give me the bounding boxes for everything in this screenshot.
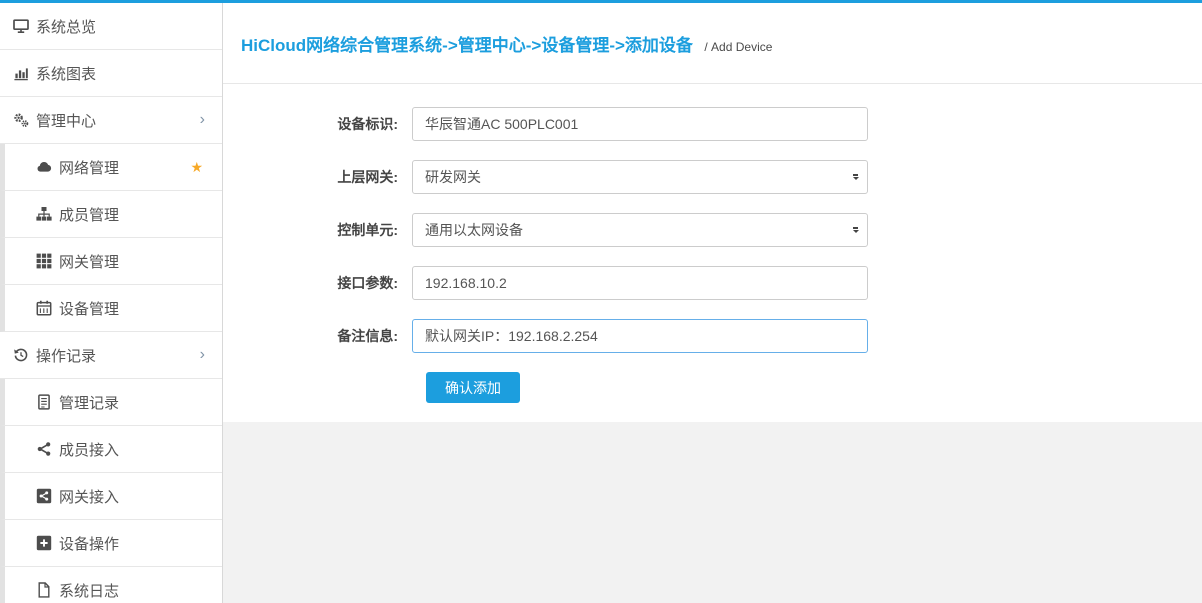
sidebar-item-label: 设备操作 [59,533,119,554]
field-label-remark-info: 备注信息: [223,326,412,346]
breadcrumb-title: HiCloud网络综合管理系统->管理中心->设备管理->添加设备 [241,36,693,55]
gears-icon [13,112,30,128]
sidebar: 系统总览 系统图表 管理中心 › 网络管理 ★ 成员管理 网关管理 设备管理 [0,3,223,603]
bar-chart-icon [13,65,30,81]
file-text-icon [36,394,53,410]
sidebar-item-label: 系统总览 [36,16,96,37]
field-label-device-identifier: 设备标识: [223,114,412,134]
sidebar-item-label: 网关接入 [59,486,119,507]
sidebar-item-gateway-access[interactable]: 网关接入 [0,473,222,520]
sidebar-item-system-overview[interactable]: 系统总览 [0,3,222,50]
share-icon [36,441,53,457]
breadcrumb-subtitle: / Add Device [704,40,772,54]
grid-icon [36,253,53,269]
history-icon [13,347,30,363]
device-identifier-input[interactable] [412,107,868,141]
sidebar-item-system-charts[interactable]: 系统图表 [0,50,222,97]
sidebar-item-management-records[interactable]: 管理记录 [0,379,222,426]
field-label-upper-gateway: 上层网关: [223,167,412,187]
form-row-remark-info: 备注信息: [223,319,1202,353]
favorite-star-icon[interactable]: ★ [190,160,203,174]
calendar-icon [36,300,53,316]
sidebar-item-label: 操作记录 [36,345,96,366]
layout: 系统总览 系统图表 管理中心 › 网络管理 ★ 成员管理 网关管理 设备管理 [0,3,1202,603]
form-row-device-identifier: 设备标识: [223,107,1202,141]
sidebar-item-label: 网关管理 [59,251,119,272]
page-header: HiCloud网络综合管理系统->管理中心->设备管理->添加设备 / Add … [223,3,1202,84]
add-device-form-panel: 设备标识: 上层网关: 研发网关 控制单元: 通用以太网设备 接口参数: 备注信… [223,84,1202,422]
sidebar-item-system-logs[interactable]: 系统日志 [0,567,222,603]
sidebar-item-label: 系统日志 [59,580,119,601]
chevron-right-icon: › [200,347,205,363]
confirm-add-button[interactable]: 确认添加 [426,372,520,403]
form-row-upper-gateway: 上层网关: 研发网关 [223,160,1202,194]
sidebar-item-label: 管理中心 [36,110,96,131]
sidebar-item-label: 管理记录 [59,392,119,413]
breadcrumb: HiCloud网络综合管理系统->管理中心->设备管理->添加设备 / Add … [241,31,772,56]
sidebar-item-management-center[interactable]: 管理中心 › [0,97,222,144]
remark-info-input[interactable] [412,319,868,353]
desktop-icon [13,18,30,34]
main-content: HiCloud网络综合管理系统->管理中心->设备管理->添加设备 / Add … [223,3,1202,603]
sidebar-item-operation-records[interactable]: 操作记录 › [0,332,222,379]
sidebar-item-network-management[interactable]: 网络管理 ★ [0,144,222,191]
sidebar-item-label: 网络管理 [59,157,119,178]
share-square-icon [36,488,53,504]
sidebar-item-label: 成员管理 [59,204,119,225]
sidebar-item-label: 系统图表 [36,63,96,84]
content-background [223,422,1202,603]
sidebar-item-device-operations[interactable]: 设备操作 [0,520,222,567]
form-row-control-unit: 控制单元: 通用以太网设备 [223,213,1202,247]
sidebar-item-label: 成员接入 [59,439,119,460]
field-label-control-unit: 控制单元: [223,220,412,240]
interface-params-input[interactable] [412,266,868,300]
form-row-interface-params: 接口参数: [223,266,1202,300]
file-icon [36,582,53,598]
control-unit-select-wrap: 通用以太网设备 [412,213,868,247]
sitemap-icon [36,206,53,222]
field-label-interface-params: 接口参数: [223,273,412,293]
sidebar-item-member-access[interactable]: 成员接入 [0,426,222,473]
upper-gateway-select-wrap: 研发网关 [412,160,868,194]
chevron-right-icon: › [200,112,205,128]
control-unit-select[interactable]: 通用以太网设备 [412,213,868,247]
sidebar-item-member-management[interactable]: 成员管理 [0,191,222,238]
cloud-icon [36,159,53,175]
sidebar-item-label: 设备管理 [59,298,119,319]
sidebar-item-device-management[interactable]: 设备管理 [0,285,222,332]
sidebar-item-gateway-management[interactable]: 网关管理 [0,238,222,285]
app-root: 系统总览 系统图表 管理中心 › 网络管理 ★ 成员管理 网关管理 设备管理 [0,0,1202,603]
add-device-form: 设备标识: 上层网关: 研发网关 控制单元: 通用以太网设备 接口参数: 备注信… [223,107,1202,403]
plus-square-icon [36,535,53,551]
upper-gateway-select[interactable]: 研发网关 [412,160,868,194]
